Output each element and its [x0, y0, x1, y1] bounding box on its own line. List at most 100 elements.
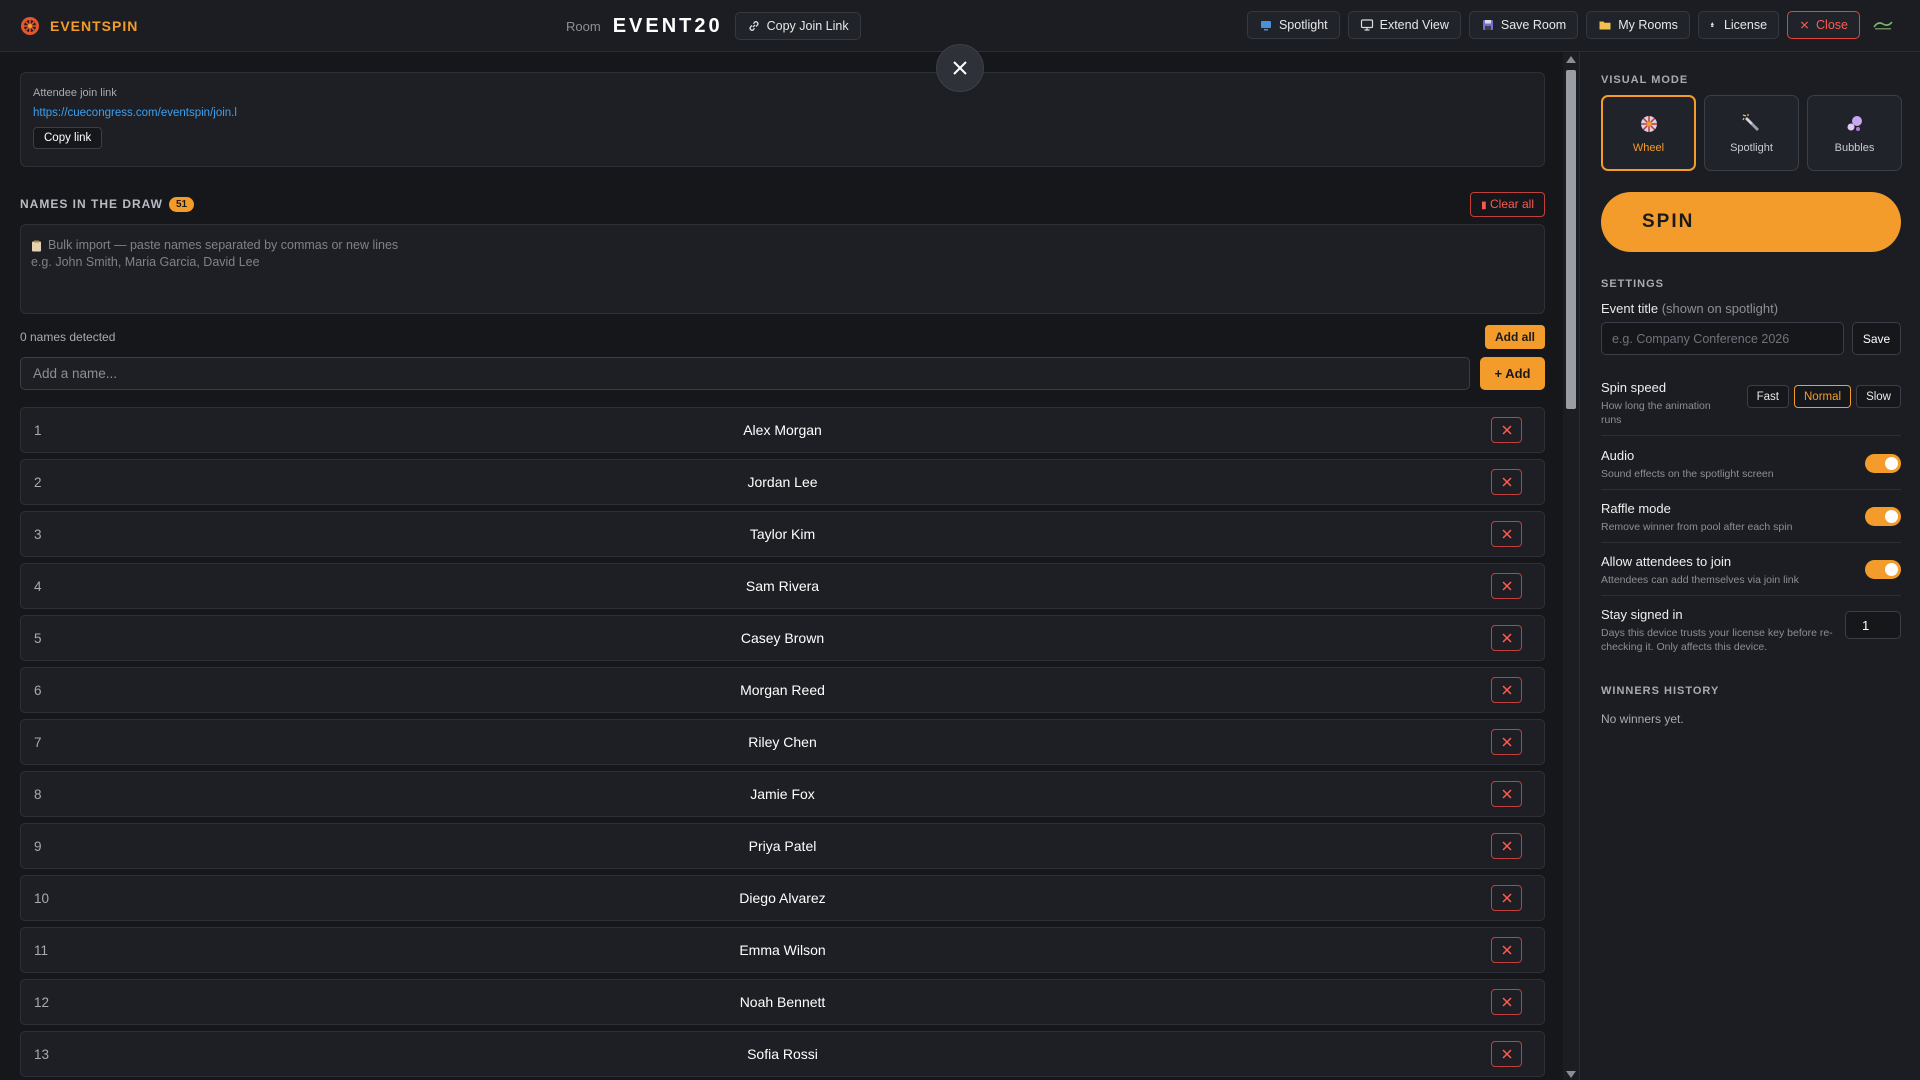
- audio-toggle[interactable]: [1865, 454, 1901, 473]
- remove-name-button[interactable]: [1491, 573, 1522, 599]
- winners-history-title: WINNERS HISTORY: [1601, 685, 1720, 697]
- raffle-mode-setting: Raffle mode Remove winner from pool afte…: [1601, 501, 1901, 543]
- close-icon: [1501, 893, 1512, 903]
- mode-spotlight-button[interactable]: Spotlight: [1704, 95, 1799, 171]
- event-title-input[interactable]: [1601, 322, 1844, 355]
- audio-setting: Audio Sound effects on the spotlight scr…: [1601, 448, 1901, 490]
- name-row: 13 Sofia Rossi: [20, 1031, 1545, 1077]
- remove-name-button[interactable]: [1491, 469, 1522, 495]
- remove-name-button[interactable]: [1491, 833, 1522, 859]
- remove-name-button[interactable]: [1491, 885, 1522, 911]
- audio-desc: Sound effects on the spotlight screen: [1601, 468, 1774, 480]
- add-name-input[interactable]: [20, 357, 1470, 390]
- copy-link-button[interactable]: Copy link: [33, 127, 103, 149]
- names-detected: 0 names detected: [20, 330, 116, 344]
- speed-slow-button[interactable]: Slow: [1856, 385, 1901, 408]
- allow-join-setting: Allow attendees to join Attendees can ad…: [1601, 554, 1901, 596]
- remove-name-button[interactable]: [1491, 937, 1522, 963]
- remove-name-button[interactable]: [1491, 625, 1522, 651]
- name-row-number: 1: [34, 422, 42, 438]
- close-panel-button[interactable]: [936, 44, 984, 92]
- name-row-name: Jordan Lee: [747, 474, 818, 490]
- join-link-card: Attendee join link https://cuecongress.c…: [20, 72, 1545, 167]
- extend-view-button[interactable]: Extend View: [1347, 11, 1461, 39]
- mode-bubbles-button[interactable]: Bubbles: [1807, 95, 1902, 171]
- add-name-button[interactable]: + Add: [1480, 357, 1545, 390]
- add-all-button[interactable]: Add all: [1484, 325, 1545, 349]
- name-row-number: 4: [34, 578, 42, 594]
- scroll-up-arrow-icon[interactable]: [1566, 56, 1576, 63]
- raffle-mode-toggle[interactable]: [1865, 507, 1901, 526]
- remove-name-button[interactable]: [1491, 521, 1522, 547]
- scrollbar[interactable]: [1563, 52, 1579, 1080]
- scrollbar-thumb[interactable]: [1566, 70, 1576, 409]
- my-rooms-button[interactable]: My Rooms: [1586, 11, 1690, 39]
- name-row-number: 10: [34, 890, 50, 906]
- join-link-url[interactable]: https://cuecongress.com/eventspin/join.l: [33, 107, 1532, 119]
- brand[interactable]: EVENTSPIN: [20, 16, 138, 36]
- remove-name-button[interactable]: [1491, 729, 1522, 755]
- bulk-import-textarea[interactable]: Bulk import — paste names separated by c…: [20, 224, 1545, 314]
- brand-name: EVENTSPIN: [50, 18, 139, 34]
- stay-signed-in-setting: Stay signed in Days this device trusts y…: [1601, 607, 1901, 663]
- remove-name-button[interactable]: [1491, 1041, 1522, 1067]
- name-row: 9 Priya Patel: [20, 823, 1545, 869]
- name-row-number: 7: [34, 734, 42, 750]
- audio-title: Audio: [1601, 448, 1635, 463]
- name-row: 5 Casey Brown: [20, 615, 1545, 661]
- bubbles-icon: [1847, 116, 1862, 131]
- stay-signed-days-input[interactable]: 1: [1845, 611, 1901, 639]
- name-row-name: Noah Bennett: [739, 994, 826, 1010]
- my-rooms-label: My Rooms: [1618, 18, 1678, 32]
- name-row-name: Casey Brown: [740, 630, 825, 646]
- scroll-down-arrow-icon[interactable]: [1566, 1071, 1576, 1078]
- name-row-name: Morgan Reed: [740, 682, 825, 698]
- spotlight-button[interactable]: Spotlight: [1246, 11, 1340, 39]
- close-icon: [1501, 945, 1512, 955]
- draw-title: NAMES IN THE DRAW: [20, 197, 163, 211]
- remove-name-button[interactable]: [1491, 989, 1522, 1015]
- name-row: 12 Noah Bennett: [20, 979, 1545, 1025]
- close-icon: [1501, 737, 1512, 747]
- name-row-number: 8: [34, 786, 42, 802]
- name-row-number: 12: [34, 994, 50, 1010]
- remove-name-button[interactable]: [1491, 781, 1522, 807]
- mode-bubbles-label: Bubbles: [1834, 142, 1875, 154]
- event-title-note: (shown on spotlight): [1661, 301, 1779, 316]
- event-title-label: Event title (shown on spotlight): [1601, 301, 1778, 316]
- remove-name-button[interactable]: [1491, 677, 1522, 703]
- close-label: Close: [1816, 18, 1848, 32]
- spin-button[interactable]: SPIN: [1601, 192, 1901, 252]
- speed-normal-button[interactable]: Normal: [1794, 385, 1852, 408]
- name-row-number: 3: [34, 526, 42, 542]
- close-button[interactable]: Close: [1787, 11, 1860, 39]
- extend-view-label: Extend View: [1379, 18, 1449, 32]
- bulk-import-hint: Bulk import — paste names separated by c…: [48, 238, 399, 252]
- name-row-number: 11: [34, 942, 49, 958]
- remove-name-button[interactable]: [1491, 417, 1522, 443]
- name-row-number: 9: [34, 838, 42, 854]
- speed-fast-button[interactable]: Fast: [1746, 385, 1789, 408]
- mode-wheel-button[interactable]: Wheel: [1601, 95, 1696, 171]
- name-row: 10 Diego Alvarez: [20, 875, 1545, 921]
- folder-icon: [1599, 21, 1611, 30]
- name-row: 8 Jamie Fox: [20, 771, 1545, 817]
- name-row-name: Priya Patel: [748, 838, 817, 854]
- floppy-disk-icon: [1482, 20, 1493, 30]
- name-row: 6 Morgan Reed: [20, 667, 1545, 713]
- close-icon: [1501, 633, 1512, 643]
- clear-all-label: Clear all: [1489, 197, 1534, 211]
- clear-all-button[interactable]: ▮ Clear all: [1470, 191, 1545, 217]
- draw-header: NAMES IN THE DRAW 51 ▮ Clear all: [20, 191, 1545, 217]
- wheel-icon: [1640, 116, 1657, 132]
- visual-mode-selector: Wheel Spotlight Bubbles: [1601, 95, 1902, 171]
- name-row: 3 Taylor Kim: [20, 511, 1545, 557]
- names-panel: Attendee join link https://cuecongress.c…: [20, 52, 1545, 1080]
- save-title-button[interactable]: Save: [1852, 322, 1901, 355]
- allow-join-toggle[interactable]: [1865, 560, 1901, 579]
- close-icon: [1501, 789, 1512, 799]
- partner-logo-icon: [1873, 21, 1893, 30]
- license-button[interactable]: License: [1697, 11, 1780, 39]
- save-room-button[interactable]: Save Room: [1468, 11, 1579, 39]
- copy-join-link-button[interactable]: Copy Join Link: [734, 12, 861, 40]
